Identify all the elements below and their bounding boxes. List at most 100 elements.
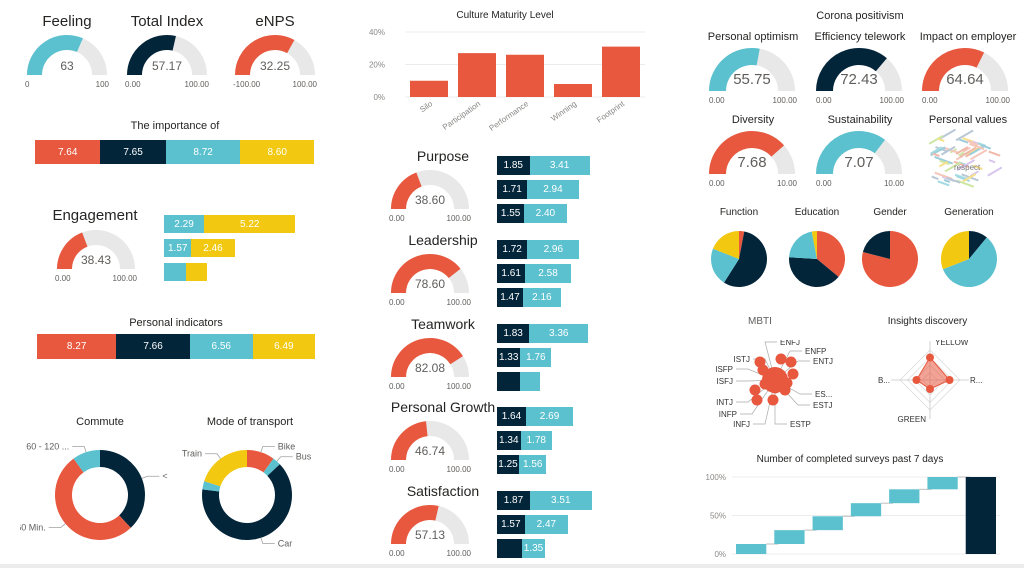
bar-segment-b[interactable]: 3.51 xyxy=(529,491,592,510)
bar-segment-b[interactable]: 2.40 xyxy=(524,204,567,223)
commute-donut[interactable]: < 30 ... 30 - 60 Min. 60 - 120 ... xyxy=(20,440,170,555)
bar-segment-a[interactable]: 1.57 xyxy=(497,515,525,534)
bar-segment-a[interactable]: 2.29 xyxy=(164,215,205,233)
waterfall-step[interactable] xyxy=(812,516,843,531)
bar[interactable] xyxy=(602,46,640,97)
personal-indicators-bar[interactable]: 8.27 7.66 6.56 6.49 xyxy=(37,334,315,359)
dimension-gauge[interactable]: 46.74 0.00 100.00 xyxy=(389,419,471,474)
bar-segment-a[interactable]: 1.57 xyxy=(164,239,192,257)
word-cloud-icon[interactable]: respect xyxy=(922,128,1002,188)
dimension-gauge[interactable]: 78.60 0.00 100.00 xyxy=(389,252,471,307)
pie-chart[interactable] xyxy=(788,230,848,290)
bar-segment-a[interactable]: 1.71 xyxy=(497,180,528,199)
radar-point[interactable] xyxy=(926,353,934,362)
gauge-engagement[interactable]: 38.43 0.00 100.00 xyxy=(55,228,137,283)
bar[interactable] xyxy=(410,80,448,97)
radar-point[interactable] xyxy=(945,376,954,384)
donut-slice[interactable] xyxy=(100,450,146,528)
gauge-impact-on-employer[interactable]: 64.64 0.00 100.00 xyxy=(922,46,1010,105)
bar-segment-a[interactable]: 1.47 xyxy=(497,288,523,307)
mbti-point[interactable] xyxy=(785,356,797,368)
pie-chart[interactable] xyxy=(861,230,921,290)
bar-segment-b[interactable]: 2.96 xyxy=(527,240,580,259)
bar-segment-b[interactable]: 3.36 xyxy=(529,324,589,343)
radar-point[interactable] xyxy=(926,385,934,393)
bar-segment-a[interactable]: 1.33 xyxy=(497,348,521,367)
pie-chart[interactable] xyxy=(940,230,1000,290)
bar-segment-b[interactable]: 1.76 xyxy=(520,348,552,367)
mbti-label: ESTP xyxy=(790,420,811,429)
bar-segment[interactable]: 7.64 xyxy=(35,140,101,164)
bar-segment-b[interactable] xyxy=(520,372,540,391)
waterfall-step[interactable] xyxy=(850,503,882,517)
bar-segment-b[interactable]: 1.35 xyxy=(521,539,546,558)
bar-segment-a[interactable]: 1.61 xyxy=(497,264,526,283)
waterfall-total[interactable] xyxy=(965,477,996,554)
waterfall-step[interactable] xyxy=(736,543,767,554)
gauge-efficiency-telework[interactable]: 72.43 0.00 100.00 xyxy=(816,46,904,105)
bar-segment-a[interactable] xyxy=(164,263,186,281)
mbti-chart[interactable]: ISTJ ENFJ ISFP ENFP ISFJ ENTJ INTJ ES... INFP EST… xyxy=(705,340,855,435)
mbti-point[interactable] xyxy=(749,384,761,396)
mbti-point[interactable] xyxy=(751,394,763,406)
bar-segment-a[interactable] xyxy=(497,372,521,391)
bar-segment-a[interactable]: 1.55 xyxy=(497,204,525,223)
bar[interactable] xyxy=(506,54,544,97)
mbti-point[interactable] xyxy=(787,368,799,380)
bar-segment[interactable]: 7.66 xyxy=(116,334,190,359)
bar-segment-b[interactable]: 5.22 xyxy=(204,215,296,233)
bar[interactable] xyxy=(458,53,496,97)
insights-radar-chart[interactable]: YELLOW R... GREEN B... xyxy=(870,340,990,435)
bar-segment-a[interactable] xyxy=(497,539,522,558)
culture-maturity-chart[interactable]: Culture Maturity Level 0% 20% 40% Silo Partic… xyxy=(355,0,655,140)
mbti-point[interactable] xyxy=(779,384,791,396)
gauge-enps[interactable]: 32.25 -100.00 100.00 xyxy=(233,33,317,89)
pie-chart[interactable] xyxy=(710,230,770,290)
waterfall-step[interactable] xyxy=(889,489,920,504)
mbti-point[interactable] xyxy=(757,364,769,376)
bar-segment-b[interactable]: 2.69 xyxy=(525,407,574,426)
dimension-gauge[interactable]: 57.13 0.00 100.00 xyxy=(389,503,471,558)
bar-segment[interactable]: 8.60 xyxy=(240,140,314,164)
gauge-feeling[interactable]: 63 0 100 xyxy=(25,33,109,89)
bar-segment[interactable]: 7.65 xyxy=(100,140,166,164)
bar-segment-b[interactable]: 1.56 xyxy=(519,455,547,474)
bar-segment[interactable]: 6.56 xyxy=(189,334,253,359)
bar-segment-a[interactable]: 1.83 xyxy=(497,324,530,343)
gauge-sustainability[interactable]: 7.07 0.00 10.00 xyxy=(816,129,904,188)
mbti-point[interactable] xyxy=(759,378,771,390)
bar-segment[interactable]: 8.27 xyxy=(37,334,117,359)
bar-segment-b[interactable]: 2.94 xyxy=(527,180,579,199)
transport-donut[interactable]: BikeBus Car Train xyxy=(180,440,320,555)
bar-segment-b[interactable] xyxy=(185,263,207,281)
waterfall-step[interactable] xyxy=(927,477,958,490)
dimension-gauge[interactable]: 82.08 0.00 100.00 xyxy=(389,336,471,391)
gauge-diversity[interactable]: 7.68 0.00 10.00 xyxy=(709,129,797,188)
mbti-point[interactable] xyxy=(767,394,779,406)
bar-segment-a[interactable]: 1.72 xyxy=(497,240,528,259)
bar-segment-b[interactable]: 3.41 xyxy=(529,156,590,175)
donut-slice[interactable] xyxy=(204,450,247,487)
importance-bar[interactable]: 7.64 7.65 8.72 8.60 xyxy=(35,140,314,164)
bar-segment[interactable]: 8.72 xyxy=(165,140,241,164)
bar-segment-b[interactable]: 2.16 xyxy=(522,288,561,307)
bar-segment-a[interactable]: 1.64 xyxy=(497,407,526,426)
gauge-personal-optimism[interactable]: 55.75 0.00 100.00 xyxy=(709,46,797,105)
bar-segment[interactable]: 6.49 xyxy=(252,334,315,359)
mbti-point[interactable] xyxy=(775,353,787,365)
gauge-total-index[interactable]: 57.17 0.00 100.00 xyxy=(125,33,209,89)
bar-segment-a[interactable]: 1.34 xyxy=(497,431,521,450)
bar-segment-a[interactable]: 1.87 xyxy=(497,491,530,510)
radar-point[interactable] xyxy=(912,376,921,384)
bar-segment-b[interactable]: 2.58 xyxy=(525,264,571,283)
bar-segment-b[interactable]: 2.46 xyxy=(191,239,235,257)
bar-segment-b[interactable]: 2.47 xyxy=(524,515,569,534)
dimension-gauge[interactable]: 38.60 0.00 100.00 xyxy=(389,168,471,223)
bar[interactable] xyxy=(554,84,592,97)
bar-segment-a[interactable]: 1.25 xyxy=(497,455,519,474)
bar-segment-a[interactable]: 1.85 xyxy=(497,156,530,175)
mbti-point[interactable] xyxy=(769,382,781,394)
surveys-waterfall-chart[interactable]: Number of completed surveys past 7 days 0… xyxy=(690,448,1024,566)
bar-segment-b[interactable]: 1.78 xyxy=(520,431,552,450)
waterfall-step[interactable] xyxy=(774,530,805,544)
